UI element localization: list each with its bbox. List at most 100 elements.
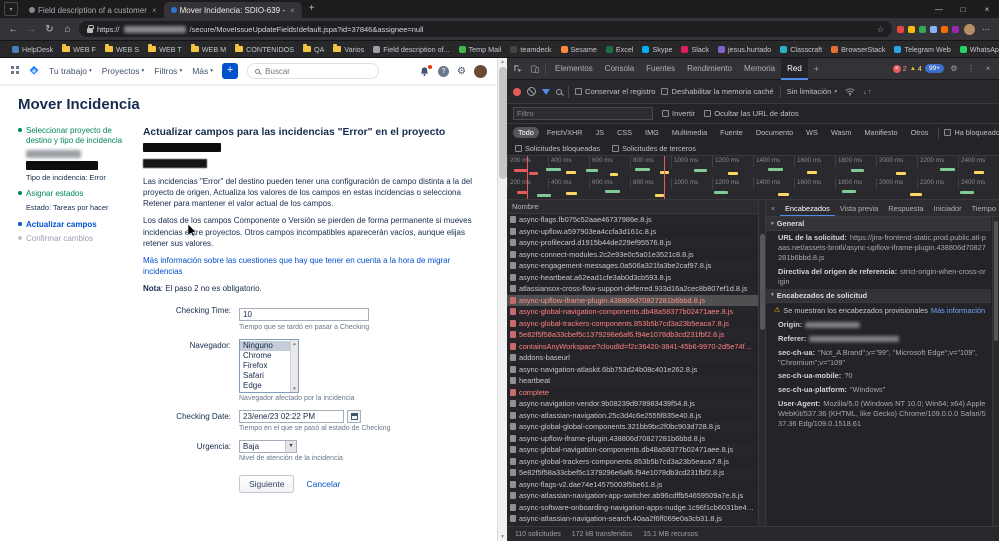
bookmark-helpdesk[interactable]: HelpDesk xyxy=(8,45,57,54)
close-window-button[interactable]: × xyxy=(975,2,999,18)
details-tab-iniciador[interactable]: Iniciador xyxy=(929,200,967,216)
tab-close-icon[interactable]: × xyxy=(288,6,295,15)
bookmark-field-description-of[interactable]: Field description of... xyxy=(369,45,453,54)
extension-icon[interactable] xyxy=(897,25,904,33)
network-request-row[interactable]: async-flags-v2.dae74e14575003f5be61.8.js xyxy=(507,479,758,491)
listbox-option-firefox[interactable]: Firefox xyxy=(240,361,290,371)
extension-icon[interactable] xyxy=(908,25,915,33)
import-export-har-icon[interactable]: ↓↑ xyxy=(863,87,873,96)
filter-chip-todo[interactable]: Todo xyxy=(513,127,539,138)
profile-avatar[interactable] xyxy=(964,23,975,35)
details-tab-vista-previa[interactable]: Vista previa xyxy=(835,200,883,216)
network-request-row[interactable]: complete xyxy=(507,387,758,399)
network-request-row[interactable]: async-global-navigation-components.db48a… xyxy=(507,444,758,456)
devtools-menu-icon[interactable]: ⋮ xyxy=(964,64,978,73)
listbox-option-chrome[interactable]: Chrome xyxy=(240,351,290,361)
network-request-row[interactable]: async-global-global-components.321bb9bc2… xyxy=(507,421,758,433)
details-tab-encabezados[interactable]: Encabezados xyxy=(780,200,835,216)
error-count-badge[interactable]: × 2 xyxy=(892,64,907,73)
network-request-row[interactable]: atlassiansox-cross-flow-support-deferred… xyxy=(507,283,758,295)
network-request-row[interactable]: async-navigation-atlaskit.6bb753d24b08c4… xyxy=(507,364,758,376)
scrollbar-thumb[interactable] xyxy=(498,67,507,179)
device-toolbar-icon[interactable] xyxy=(528,64,542,74)
devtools-tab-elementos[interactable]: Elementos xyxy=(549,58,599,80)
bookmark-teamdeck[interactable]: teamdeck xyxy=(506,45,555,54)
extension-icon[interactable] xyxy=(952,25,959,33)
filter-chip-img[interactable]: IMG xyxy=(640,127,664,138)
network-request-row[interactable]: async-global-navigation-components.db48a… xyxy=(507,306,758,318)
network-filter-input[interactable] xyxy=(513,107,653,120)
refresh-button[interactable]: ↻ xyxy=(43,24,56,35)
disable-cache-checkbox[interactable]: Deshabilitar la memoria caché xyxy=(661,87,774,96)
network-request-row[interactable]: containsAnyWorkspace?cloudId=f2c36420-38… xyxy=(507,341,758,353)
scrollbar-thumb[interactable] xyxy=(994,221,998,341)
warning-count-badge[interactable]: ▲ 4 xyxy=(910,64,922,73)
checking-time-input[interactable] xyxy=(239,308,369,322)
listbox-scrollbar[interactable]: ▲ ▼ xyxy=(290,340,298,393)
third-party-requests-checkbox[interactable]: Solicitudes de terceros xyxy=(612,144,696,153)
app-switcher-icon[interactable] xyxy=(10,64,19,73)
network-request-row[interactable]: async-flags.fb075c52aae46737986e.8.js xyxy=(507,214,758,226)
bookmark-slack[interactable]: Slack xyxy=(677,45,713,54)
extension-icon[interactable] xyxy=(930,25,937,33)
new-tab-button[interactable]: + xyxy=(305,2,319,16)
extension-icon[interactable] xyxy=(941,25,948,33)
issues-badge[interactable]: 99+ xyxy=(924,64,944,73)
jira-logo[interactable] xyxy=(28,65,40,77)
user-avatar[interactable] xyxy=(474,64,487,78)
network-search-icon[interactable] xyxy=(556,88,562,95)
browser-tab[interactable]: Field description of a customer × xyxy=(22,2,164,18)
network-request-row[interactable]: async-upflow-iframe-plugin.438806d708272… xyxy=(507,294,758,306)
network-request-row[interactable]: 5e82f5f58a33cbef5c1379296e6af6.f94e1078d… xyxy=(507,467,758,479)
cancel-link[interactable]: Cancelar xyxy=(306,479,340,489)
blocked-requests-checkbox[interactable]: Solicitudes bloqueadas xyxy=(515,144,600,153)
bookmark-browserstack[interactable]: BrowserStack xyxy=(827,45,889,54)
help-icon[interactable]: ? xyxy=(438,65,450,77)
bookmark-temp-mail[interactable]: Temp Mail xyxy=(455,45,506,54)
network-request-row[interactable]: async-atlassian-navigation-app-switcher.… xyxy=(507,490,758,502)
details-scrollbar[interactable] xyxy=(992,217,999,526)
search-input[interactable] xyxy=(265,66,366,76)
step-assign-status[interactable]: Asignar estados xyxy=(18,189,130,199)
details-tab-tiempo[interactable]: Tiempo xyxy=(967,200,999,216)
listbox-option-safari[interactable]: Safari xyxy=(240,371,290,381)
back-button[interactable]: ← xyxy=(7,24,20,35)
network-request-row[interactable]: async-connect-modules.2c2e93e0c5a01e3521… xyxy=(507,249,758,261)
nav-menu-m-s[interactable]: Más ▾ xyxy=(192,66,213,76)
preserve-log-checkbox[interactable]: Conservar el registro xyxy=(575,87,655,96)
bookmark-whatsapp[interactable]: WhatsApp xyxy=(956,45,999,54)
filter-chip-documento[interactable]: Documento xyxy=(751,127,798,138)
close-details-icon[interactable]: × xyxy=(766,204,780,213)
filter-icon[interactable] xyxy=(542,88,550,95)
network-conditions-icon[interactable] xyxy=(843,88,857,96)
network-request-row[interactable]: async-navigation-vendor.9b08239d97898343… xyxy=(507,398,758,410)
notifications-icon[interactable] xyxy=(419,64,433,77)
address-bar[interactable]: https:// /secure/MoveIssueUpdateFields!d… xyxy=(79,21,892,37)
network-overview-timeline[interactable]: 200 ms 400 ms 600 ms 800 ms 1000 ms 1200 ms 14… xyxy=(507,156,999,200)
create-issue-button[interactable]: + xyxy=(222,63,239,79)
maximize-button[interactable]: □ xyxy=(951,2,975,18)
column-header-name[interactable]: Nombre xyxy=(507,200,758,214)
minimize-button[interactable]: — xyxy=(927,2,951,18)
browser-tab[interactable]: Mover Incidencia: SDIO-639 - × xyxy=(163,2,302,18)
bookmark-web-s[interactable]: WEB S xyxy=(101,44,143,54)
home-button[interactable]: ⌂ xyxy=(61,24,74,35)
scroll-up-icon[interactable]: ▲ xyxy=(500,59,505,65)
bookmark-qa[interactable]: QA xyxy=(299,44,328,54)
devtools-tab-consola[interactable]: Consola xyxy=(599,58,640,80)
inspect-element-icon[interactable] xyxy=(511,64,525,74)
general-section-header[interactable]: ▾ General xyxy=(766,217,991,231)
bookmark-excel[interactable]: Excel xyxy=(602,45,638,54)
filter-chip-ws[interactable]: WS xyxy=(801,127,823,138)
invert-checkbox[interactable]: Invertir xyxy=(662,109,695,118)
search-box[interactable] xyxy=(247,63,380,79)
request-headers-section-header[interactable]: ▾ Encabezados de solicitud xyxy=(766,288,991,303)
more-tools-button[interactable]: + xyxy=(811,64,822,74)
more-info-link[interactable]: Más información sobre las cuestiones que… xyxy=(143,255,473,277)
browser-menu-icon[interactable]: ⋯ xyxy=(980,25,992,34)
throttling-select[interactable]: Sin limitación ▾ xyxy=(787,87,838,96)
devtools-tab-red[interactable]: Red xyxy=(781,57,808,80)
details-tab-respuesta[interactable]: Respuesta xyxy=(883,200,928,216)
extension-icon[interactable] xyxy=(919,25,926,33)
network-request-row[interactable]: 5e82f5f58a33cbef5c1379296e6af6.f94e1078d… xyxy=(507,329,758,341)
